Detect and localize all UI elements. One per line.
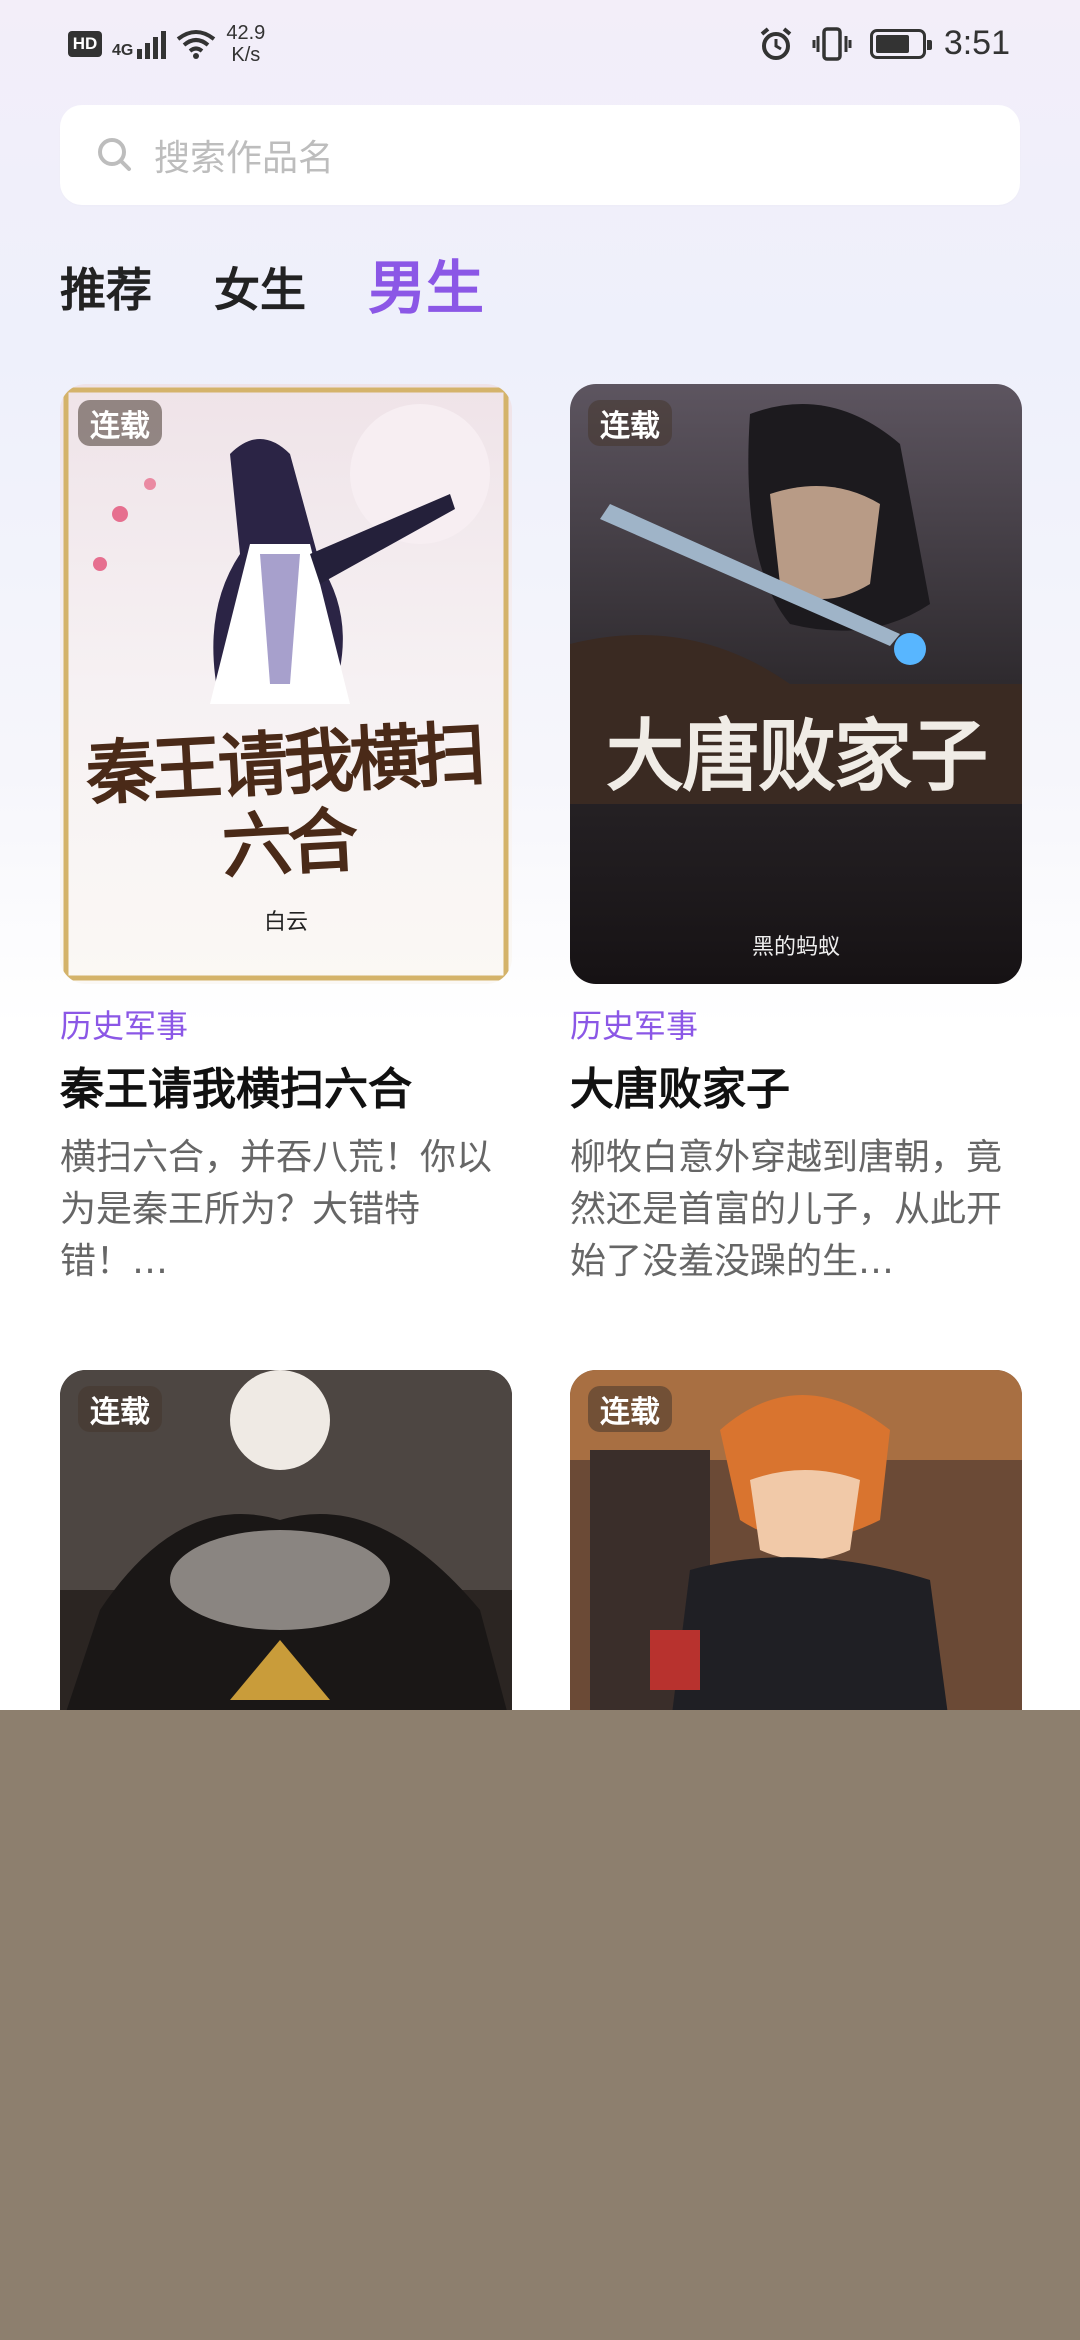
alarm-icon [760, 26, 792, 60]
status-left: HD 4G 42.9 K/s [68, 22, 265, 66]
cover-image [570, 384, 1022, 984]
book-genre: 历史军事 [570, 1007, 699, 1045]
network-type-label: 4G [112, 42, 134, 59]
cover-image [60, 384, 512, 984]
search-icon [98, 138, 131, 171]
book-card-4[interactable]: 连载 [570, 1370, 1022, 1710]
serial-badge: 连载 [588, 1386, 672, 1432]
serial-badge: 连载 [78, 400, 162, 446]
category-tabs: 推荐 女生 男生 [60, 255, 484, 321]
cover-author: 白云 [60, 904, 512, 936]
serial-badge: 连载 [588, 400, 672, 446]
network-speed: 42.9 K/s [226, 22, 265, 66]
cover-title-art: 大唐败家子 [570, 714, 1022, 800]
book-description: 柳牧白意外穿越到唐朝，竟然还是首富的儿子，从此开始了没羞没躁的生… [570, 1137, 1003, 1282]
book-description: 横扫六合，并吞八荒！你以为是秦王所为？大错特错！… [60, 1137, 493, 1282]
book-cover[interactable]: 连载 [570, 1370, 1022, 1710]
book-card-1[interactable]: 秦王请我横扫六合 白云 连载 历史军事 秦王请我横扫六合 横扫六合，并吞八荒！你… [60, 384, 512, 1288]
battery-icon [869, 28, 932, 59]
tab-male[interactable]: 男生 [368, 255, 484, 321]
cover-title-art: 秦王请我横扫六合 [70, 711, 502, 895]
app-screen: HD 4G 42.9 K/s 3:51 搜索作品名 推荐 女生 男生 秦王请我横… [0, 0, 1080, 1710]
status-right: 3:51 [758, 24, 1010, 63]
search-placeholder[interactable]: 搜索作品名 [154, 129, 334, 181]
vibrate-icon [812, 26, 852, 61]
book-title[interactable]: 大唐败家子 [570, 1062, 1022, 1118]
book-card-2[interactable]: 大唐败家子 黑的蚂蚁 连载 历史军事 大唐败家子 柳牧白意外穿越到唐朝，竟然还是… [570, 384, 1022, 1288]
book-title[interactable]: 秦王请我横扫六合 [60, 1062, 512, 1118]
tab-recommend[interactable]: 推荐 [60, 259, 152, 321]
cover-title-text: 秦王请我横扫六合 [83, 711, 484, 889]
serial-badge: 连载 [78, 1386, 162, 1432]
speed-unit: K/s [231, 44, 261, 66]
cover-author: 黑的蚂蚁 [570, 929, 1022, 961]
speed-value: 42.9 [226, 22, 266, 44]
clock: 3:51 [943, 24, 1010, 62]
book-cover[interactable]: 连载 [60, 1370, 512, 1710]
wifi-icon [177, 30, 216, 59]
signal-group: 4G [112, 29, 167, 59]
signal-icon [137, 29, 167, 59]
hd-icon: HD [68, 31, 102, 57]
cover-author-text: 白云 [263, 910, 308, 935]
book-cover[interactable]: 大唐败家子 黑的蚂蚁 连载 [570, 384, 1022, 984]
tab-female[interactable]: 女生 [214, 259, 306, 321]
cover-title-text: 大唐败家子 [605, 711, 988, 802]
book-cover[interactable]: 秦王请我横扫六合 白云 连载 [60, 384, 512, 984]
status-bar: HD 4G 42.9 K/s 3:51 [0, 0, 1080, 90]
search-bar[interactable]: 搜索作品名 [60, 105, 1020, 205]
book-card-3[interactable]: 连载 [60, 1370, 512, 1710]
bottom-overlay [0, 1710, 1080, 2340]
cover-author-text: 黑的蚂蚁 [751, 935, 840, 960]
book-genre: 历史军事 [60, 1007, 189, 1045]
